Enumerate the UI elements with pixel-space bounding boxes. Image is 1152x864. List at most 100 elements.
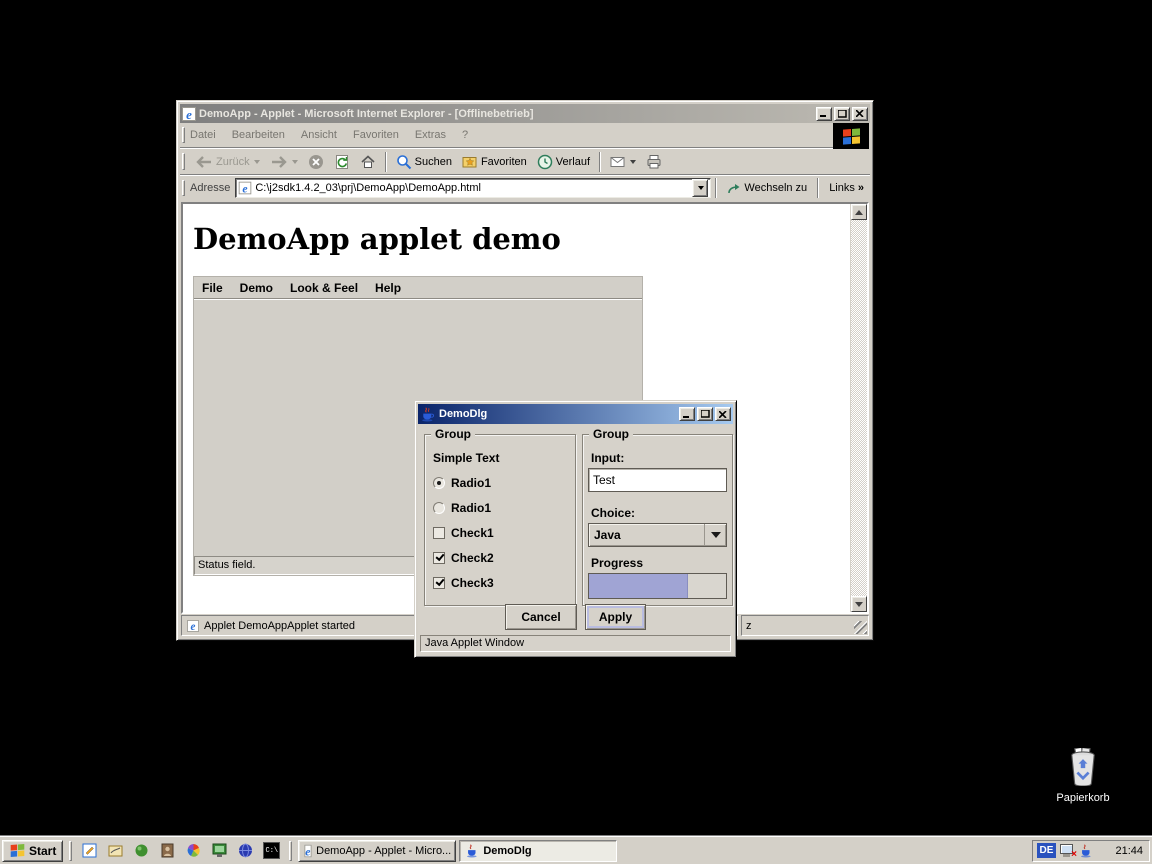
check3-row[interactable]: Check3 bbox=[433, 576, 494, 590]
cancel-button[interactable]: Cancel bbox=[505, 604, 577, 630]
ie-titlebar[interactable]: e DemoApp - Applet - Microsoft Internet … bbox=[180, 104, 870, 123]
address-input[interactable] bbox=[255, 182, 689, 194]
radio-unselected-icon[interactable] bbox=[433, 502, 445, 514]
go-button[interactable]: Wechseln zu bbox=[721, 182, 813, 195]
stop-button[interactable] bbox=[303, 152, 329, 172]
vertical-scrollbar[interactable] bbox=[850, 204, 867, 612]
system-tray: DE × 21:44 bbox=[1032, 840, 1150, 862]
ie-toolbar: Zurück Suchen Favoriten Verlauf bbox=[180, 149, 870, 175]
start-button[interactable]: Start bbox=[2, 840, 63, 862]
applet-menu-help[interactable]: Help bbox=[375, 281, 401, 295]
taskbar: Start C:\ e DemoApp - Applet - Micro... … bbox=[0, 836, 1152, 864]
task-button-demodlg[interactable]: DemoDlg bbox=[459, 840, 617, 862]
home-button[interactable] bbox=[355, 152, 381, 171]
blue-globe-icon[interactable] bbox=[237, 842, 254, 859]
toolbar-separator bbox=[385, 152, 387, 172]
applet-menu-demo[interactable]: Demo bbox=[240, 281, 273, 295]
windows-flag-icon bbox=[843, 128, 860, 144]
signature-icon[interactable] bbox=[107, 842, 124, 859]
minimize-button[interactable] bbox=[679, 407, 695, 421]
ie-brand-logo bbox=[833, 123, 869, 149]
status-zone-text: z bbox=[746, 620, 752, 632]
back-button[interactable]: Zurück bbox=[190, 153, 265, 171]
demodlg-titlebar[interactable]: DemoDlg bbox=[418, 404, 733, 424]
new-document-icon[interactable] bbox=[81, 842, 98, 859]
simple-text-label: Simple Text bbox=[433, 451, 499, 465]
network-offline-icon[interactable]: × bbox=[1060, 844, 1075, 858]
combo-arrow-button[interactable] bbox=[704, 524, 726, 546]
page-title: DemoApp applet demo bbox=[193, 222, 561, 256]
radio-selected-icon[interactable] bbox=[433, 477, 445, 489]
refresh-icon bbox=[334, 154, 350, 170]
portrait-icon[interactable] bbox=[159, 842, 176, 859]
chevron-down-icon bbox=[711, 532, 721, 538]
checkbox-checked-icon[interactable] bbox=[433, 577, 445, 589]
choice-label: Choice: bbox=[591, 506, 635, 520]
menu-extras[interactable]: Extras bbox=[415, 129, 446, 141]
taskbar-separator bbox=[289, 841, 292, 861]
address-dropdown-button[interactable] bbox=[692, 179, 708, 197]
home-icon bbox=[360, 154, 376, 169]
radio1-selected[interactable]: Radio1 bbox=[433, 476, 491, 490]
menu-hilfe[interactable]: ? bbox=[462, 129, 468, 141]
maximize-button[interactable] bbox=[834, 107, 850, 121]
scroll-down-button[interactable] bbox=[851, 596, 867, 612]
close-button[interactable] bbox=[852, 107, 868, 121]
menu-ansicht[interactable]: Ansicht bbox=[301, 129, 337, 141]
progress-fill bbox=[589, 574, 688, 598]
dos-prompt-icon[interactable]: C:\ bbox=[263, 842, 280, 859]
menu-favoriten[interactable]: Favoriten bbox=[353, 129, 399, 141]
favorites-button[interactable]: Favoriten bbox=[457, 152, 532, 171]
rebar-grip[interactable] bbox=[182, 127, 185, 144]
links-button[interactable]: Links » bbox=[823, 182, 870, 194]
scroll-up-button[interactable] bbox=[851, 204, 867, 220]
checkbox-checked-icon[interactable] bbox=[433, 552, 445, 564]
menu-bearbeiten[interactable]: Bearbeiten bbox=[232, 129, 285, 141]
status-panel-zone: z bbox=[741, 615, 869, 636]
input-field[interactable] bbox=[588, 468, 727, 492]
ie-address-bar: Adresse e Wechseln zu Links » bbox=[180, 176, 870, 200]
apply-button[interactable]: Apply bbox=[585, 604, 646, 630]
toolbar-separator bbox=[817, 178, 819, 198]
history-button[interactable]: Verlauf bbox=[532, 152, 595, 172]
forward-button[interactable] bbox=[265, 153, 303, 171]
green-monitor-icon[interactable] bbox=[211, 842, 228, 859]
rebar-grip[interactable] bbox=[182, 153, 185, 171]
java-tray-icon[interactable] bbox=[1079, 844, 1093, 858]
page-icon: e bbox=[239, 182, 252, 195]
back-arrow-icon bbox=[195, 155, 213, 169]
resize-grip[interactable] bbox=[854, 621, 867, 634]
clock: 21:44 bbox=[1115, 845, 1145, 857]
menu-datei[interactable]: Datei bbox=[190, 129, 216, 141]
check2-row[interactable]: Check2 bbox=[433, 551, 494, 565]
taskbar-separator bbox=[69, 841, 72, 861]
mail-button[interactable] bbox=[605, 153, 641, 171]
refresh-button[interactable] bbox=[329, 152, 355, 172]
radio1-unselected[interactable]: Radio1 bbox=[433, 501, 491, 515]
input-label: Input: bbox=[591, 451, 624, 465]
address-input-wrap: e bbox=[235, 178, 711, 198]
close-button[interactable] bbox=[715, 407, 731, 421]
color-wheel-icon[interactable] bbox=[185, 842, 202, 859]
applet-menu-file[interactable]: File bbox=[202, 281, 223, 295]
trash-can-icon bbox=[1065, 748, 1101, 786]
choice-combobox[interactable]: Java bbox=[588, 523, 727, 547]
demodlg-title: DemoDlg bbox=[439, 408, 677, 420]
checkbox-unchecked-icon[interactable] bbox=[433, 527, 445, 539]
check1-row[interactable]: Check1 bbox=[433, 526, 494, 540]
recycle-bin-icon[interactable]: Papierkorb bbox=[1048, 748, 1118, 804]
recycle-bin-label: Papierkorb bbox=[1048, 792, 1118, 804]
task-button-demoapp[interactable]: e DemoApp - Applet - Micro... bbox=[298, 840, 456, 862]
group-left-title: Group bbox=[431, 427, 475, 441]
maximize-button[interactable] bbox=[697, 407, 713, 421]
language-indicator[interactable]: DE bbox=[1037, 843, 1056, 858]
choice-value: Java bbox=[589, 528, 704, 542]
java-cup-icon bbox=[420, 407, 435, 422]
applet-menu-lookfeel[interactable]: Look & Feel bbox=[290, 281, 358, 295]
minimize-button[interactable] bbox=[816, 107, 832, 121]
search-button[interactable]: Suchen bbox=[391, 152, 457, 172]
green-ball-icon[interactable] bbox=[133, 842, 150, 859]
rebar-grip[interactable] bbox=[182, 180, 185, 197]
mail-icon bbox=[610, 155, 626, 169]
print-button[interactable] bbox=[641, 152, 667, 171]
